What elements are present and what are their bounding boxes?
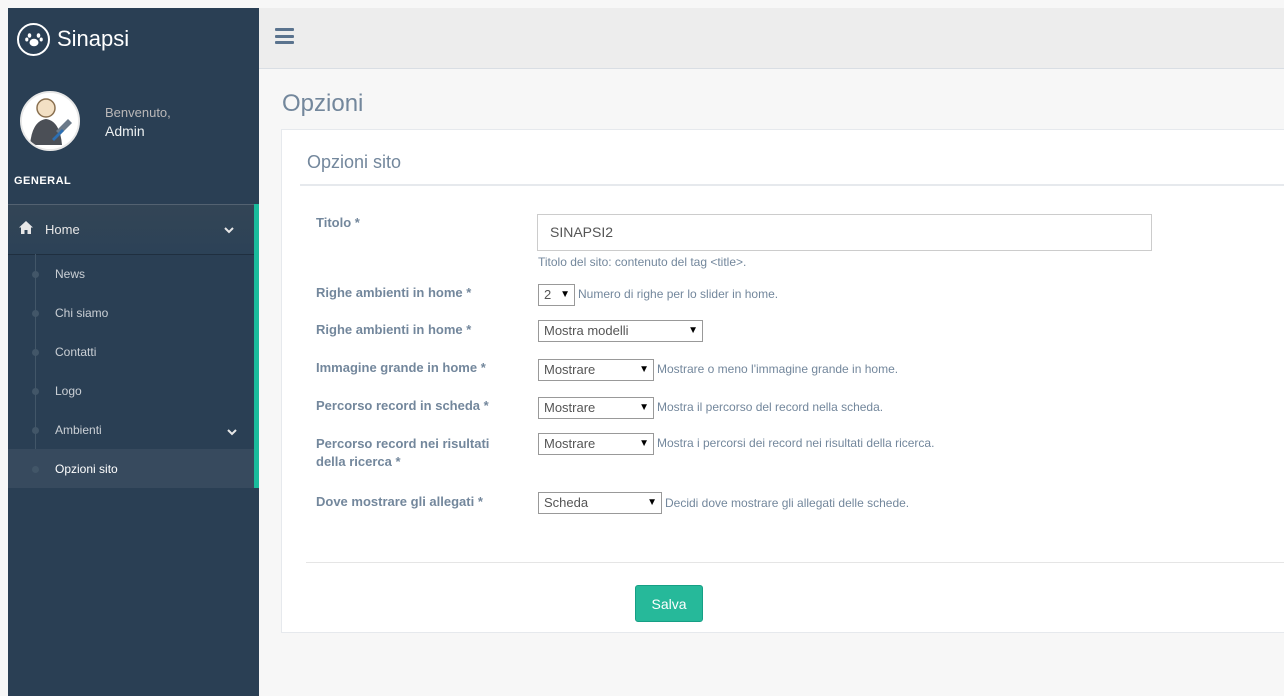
sidebar-item-home[interactable]: Home xyxy=(8,204,259,254)
home-submenu: News Chi siamo Contatti Logo Ambienti Op… xyxy=(8,254,259,488)
sidebar-item-label: Logo xyxy=(55,383,82,398)
sidebar-item-logo[interactable]: Logo xyxy=(8,371,254,410)
percorso-risultati-help: Mostra i percorsi dei record nei risulta… xyxy=(657,436,935,450)
sidebar-item-ambienti[interactable]: Ambienti xyxy=(8,410,254,449)
sidebar-item-label: Ambienti xyxy=(55,422,102,437)
chevron-down-icon xyxy=(227,425,237,439)
righe-modelli-label: Righe ambienti in home * xyxy=(316,322,472,337)
righe-label: Righe ambienti in home * xyxy=(316,285,472,300)
sidebar-item-label: Chi siamo xyxy=(55,305,109,320)
label-line: della ricerca * xyxy=(316,454,401,469)
sidebar-item-label: Opzioni sito xyxy=(55,461,118,476)
allegati-select-value: Scheda xyxy=(544,495,589,510)
paw-icon xyxy=(17,22,50,56)
sidebar-item-opzioni-sito[interactable]: Opzioni sito xyxy=(8,449,254,488)
user-name: Admin xyxy=(105,123,145,139)
save-button[interactable]: Salva xyxy=(635,585,703,622)
allegati-label: Dove mostrare gli allegati * xyxy=(316,494,483,509)
immagine-help: Mostrare o meno l'immagine grande in hom… xyxy=(657,362,899,376)
sidebar-item-news[interactable]: News xyxy=(8,254,254,293)
sidebar-item-chi-siamo[interactable]: Chi siamo xyxy=(8,293,254,332)
chevron-down-icon: ▼ xyxy=(688,325,698,336)
righe-help: Numero di righe per lo slider in home. xyxy=(578,287,779,301)
label-line: Percorso record nei risultati xyxy=(316,436,490,451)
sidebar: Sinapsi Benvenuto, Admin GENERAL Home Ne… xyxy=(8,8,259,696)
menu-toggle-icon[interactable] xyxy=(275,28,294,44)
brand[interactable]: Sinapsi xyxy=(8,8,259,70)
chevron-down-icon: ▼ xyxy=(639,438,649,449)
top-navbar xyxy=(259,8,1284,69)
percorso-risultati-select-value: Mostrare xyxy=(544,436,596,451)
sidebar-item-label: Contatti xyxy=(55,344,97,359)
percorso-scheda-label: Percorso record in scheda * xyxy=(316,398,489,413)
divider xyxy=(300,184,1284,186)
immagine-select-value: Mostrare xyxy=(544,362,596,377)
avatar xyxy=(20,91,80,151)
percorso-risultati-select[interactable]: Mostrare ▼ xyxy=(538,433,654,455)
brand-name: Sinapsi xyxy=(57,26,130,51)
chevron-down-icon xyxy=(224,222,234,237)
righe-modelli-select-value: Mostra modelli xyxy=(544,323,629,338)
chevron-down-icon: ▼ xyxy=(639,364,649,375)
profile: Benvenuto, Admin xyxy=(8,70,259,168)
righe-select-value: 2 xyxy=(544,287,552,302)
page-title: Opzioni xyxy=(282,90,364,117)
allegati-help: Decidi dove mostrare gli allegati delle … xyxy=(665,496,910,510)
allegati-select[interactable]: Scheda ▼ xyxy=(538,492,662,514)
menu-section-title: GENERAL xyxy=(14,175,72,187)
home-icon xyxy=(19,221,33,237)
welcome-text: Benvenuto, xyxy=(105,105,171,120)
chevron-down-icon: ▼ xyxy=(639,402,649,413)
immagine-select[interactable]: Mostrare ▼ xyxy=(538,359,654,381)
sidebar-item-home-label: Home xyxy=(45,221,80,237)
titolo-label: Titolo * xyxy=(316,215,360,230)
percorso-scheda-select[interactable]: Mostrare ▼ xyxy=(538,397,654,419)
titolo-input[interactable]: SINAPSI2 xyxy=(537,214,1152,251)
sidebar-item-label: News xyxy=(55,266,86,281)
percorso-risultati-label: Percorso record nei risultati della rice… xyxy=(316,435,489,471)
chevron-down-icon: ▼ xyxy=(647,497,657,508)
panel-title: Opzioni sito xyxy=(307,152,402,172)
chevron-down-icon: ▼ xyxy=(560,289,570,300)
righe-modelli-select[interactable]: Mostra modelli ▼ xyxy=(538,320,703,342)
righe-select[interactable]: 2 ▼ xyxy=(538,284,575,306)
divider xyxy=(306,562,1284,563)
immagine-label: Immagine grande in home * xyxy=(316,360,486,375)
percorso-scheda-help: Mostra il percorso del record nella sche… xyxy=(657,400,884,414)
percorso-scheda-select-value: Mostrare xyxy=(544,400,596,415)
titolo-help: Titolo del sito: contenuto del tag <titl… xyxy=(538,255,747,269)
options-panel: Opzioni sito Titolo * SINAPSI2 Titolo de… xyxy=(281,129,1284,633)
sidebar-item-contatti[interactable]: Contatti xyxy=(8,332,254,371)
